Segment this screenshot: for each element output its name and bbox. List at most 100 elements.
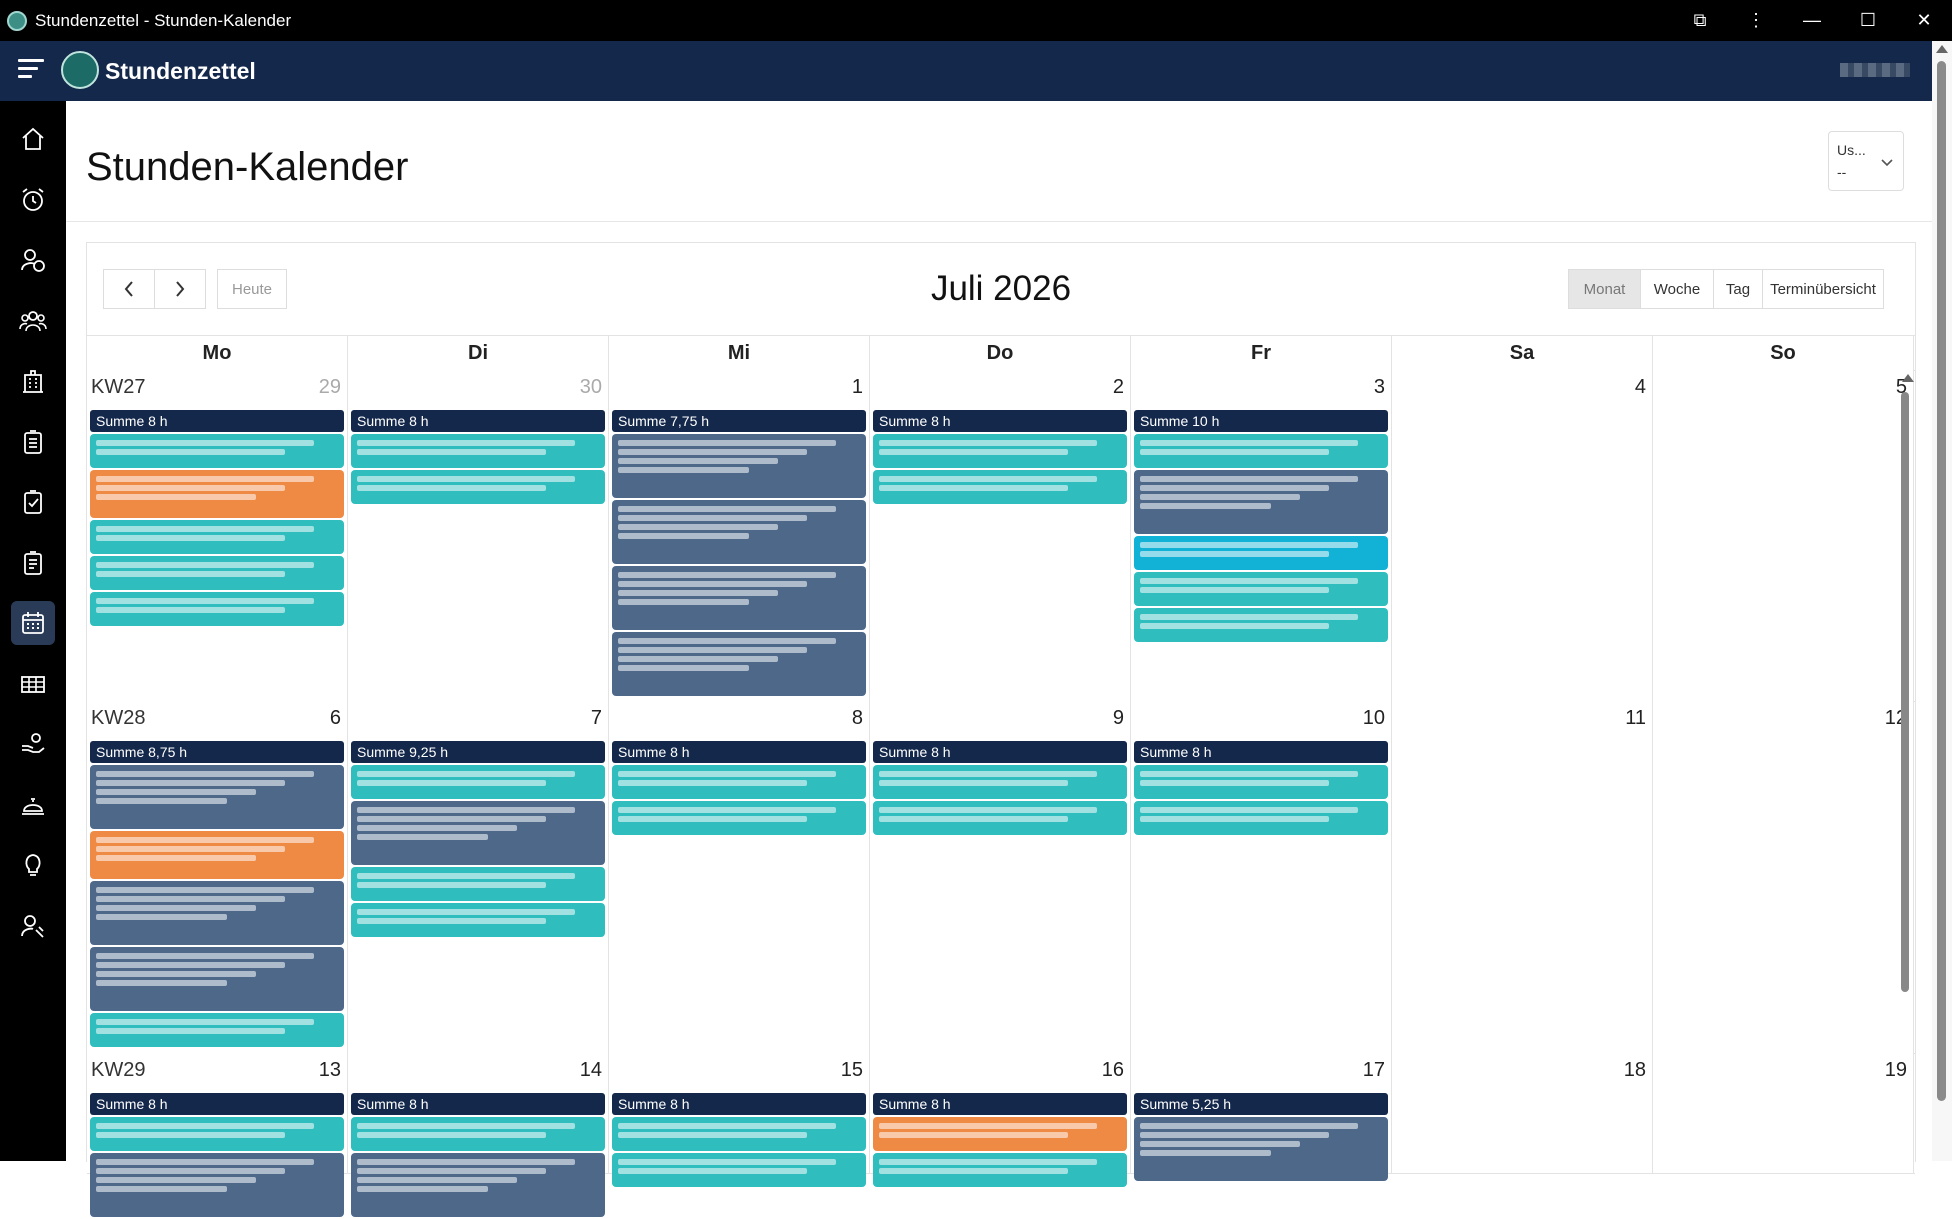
time-entry-event[interactable] bbox=[90, 881, 344, 945]
sidebar-item-clipboard-list[interactable] bbox=[11, 420, 55, 464]
time-entry-event[interactable] bbox=[1134, 608, 1388, 642]
day-cell[interactable]: 12 bbox=[1653, 701, 1914, 1053]
maximize-button[interactable]: ☐ bbox=[1840, 10, 1896, 31]
extensions-icon[interactable]: ⧉ bbox=[1672, 10, 1728, 31]
time-entry-event[interactable] bbox=[1134, 801, 1388, 835]
sidebar-item-lightbulb[interactable] bbox=[11, 843, 55, 887]
time-entry-event[interactable] bbox=[612, 434, 866, 498]
time-entry-event[interactable] bbox=[612, 765, 866, 799]
time-entry-event[interactable] bbox=[90, 470, 344, 518]
day-cell[interactable]: 9 Summe 8 h bbox=[870, 701, 1131, 1053]
sidebar-item-user-clock[interactable] bbox=[11, 238, 55, 282]
sidebar-item-clipboard[interactable] bbox=[11, 541, 55, 585]
sidebar-item-calendar[interactable] bbox=[11, 601, 55, 645]
time-entry-event[interactable] bbox=[351, 867, 605, 901]
page-scrollbar[interactable] bbox=[1932, 41, 1952, 1161]
time-entry-event[interactable] bbox=[90, 434, 344, 468]
time-entry-event[interactable] bbox=[1134, 572, 1388, 606]
sidebar-item-bell-service[interactable] bbox=[11, 783, 55, 827]
sidebar-item-clipboard-check[interactable] bbox=[11, 480, 55, 524]
day-cell[interactable]: 30 Summe 8 h bbox=[348, 370, 609, 701]
time-entry-event[interactable] bbox=[873, 801, 1127, 835]
sidebar-item-building[interactable] bbox=[11, 359, 55, 403]
day-cell[interactable]: 8 Summe 8 h bbox=[609, 701, 870, 1053]
time-entry-event[interactable] bbox=[873, 434, 1127, 468]
sidebar-item-team[interactable] bbox=[11, 299, 55, 343]
view-week-button[interactable]: Woche bbox=[1640, 269, 1714, 309]
day-sum-badge[interactable]: Summe 9,25 h bbox=[351, 741, 605, 763]
day-cell[interactable]: KW28 6 Summe 8,75 h bbox=[87, 701, 348, 1053]
time-entry-event[interactable] bbox=[351, 1153, 605, 1217]
time-entry-event[interactable] bbox=[873, 470, 1127, 504]
time-entry-event[interactable] bbox=[1134, 765, 1388, 799]
page-scroll-up-icon[interactable] bbox=[1936, 45, 1948, 53]
view-day-button[interactable]: Tag bbox=[1713, 269, 1763, 309]
user-menu[interactable] bbox=[1840, 63, 1910, 77]
user-select[interactable]: Us... -- bbox=[1828, 131, 1904, 191]
time-entry-event[interactable] bbox=[612, 500, 866, 564]
day-sum-badge[interactable]: Summe 8 h bbox=[873, 741, 1127, 763]
day-cell[interactable]: 17 Summe 5,25 h bbox=[1131, 1053, 1392, 1181]
sidebar-item-user-settings[interactable] bbox=[11, 904, 55, 948]
time-entry-event[interactable] bbox=[90, 1153, 344, 1217]
day-cell[interactable]: KW27 29 Summe 8 h bbox=[87, 370, 348, 701]
time-entry-event[interactable] bbox=[90, 556, 344, 590]
close-button[interactable]: ✕ bbox=[1896, 10, 1952, 31]
day-sum-badge[interactable]: Summe 10 h bbox=[1134, 410, 1388, 432]
time-entry-event[interactable] bbox=[873, 1153, 1127, 1187]
time-entry-event[interactable] bbox=[351, 903, 605, 937]
day-cell[interactable]: 11 bbox=[1392, 701, 1653, 1053]
time-entry-event[interactable] bbox=[90, 1013, 344, 1047]
day-sum-badge[interactable]: Summe 8 h bbox=[1134, 741, 1388, 763]
time-entry-event[interactable] bbox=[612, 1117, 866, 1151]
page-scroll-thumb[interactable] bbox=[1937, 61, 1946, 1101]
day-cell[interactable]: 7 Summe 9,25 h bbox=[348, 701, 609, 1053]
day-sum-badge[interactable]: Summe 8 h bbox=[351, 410, 605, 432]
minimize-button[interactable]: — bbox=[1784, 10, 1840, 31]
sidebar-item-home[interactable] bbox=[11, 117, 55, 161]
menu-toggle-icon[interactable] bbox=[18, 59, 44, 83]
day-cell[interactable]: 19 bbox=[1653, 1053, 1914, 1173]
time-entry-event[interactable] bbox=[873, 1117, 1127, 1151]
day-sum-badge[interactable]: Summe 8 h bbox=[612, 741, 866, 763]
time-entry-event[interactable] bbox=[351, 801, 605, 865]
time-entry-event[interactable] bbox=[351, 1117, 605, 1151]
day-sum-badge[interactable]: Summe 8 h bbox=[873, 1093, 1127, 1115]
day-cell[interactable]: 1 Summe 7,75 h bbox=[609, 370, 870, 701]
time-entry-event[interactable] bbox=[351, 470, 605, 504]
day-cell[interactable]: 14 Summe 8 h bbox=[348, 1053, 609, 1217]
time-entry-event[interactable] bbox=[1134, 434, 1388, 468]
day-cell[interactable]: 15 Summe 8 h bbox=[609, 1053, 870, 1187]
sidebar-item-alarm-clock[interactable] bbox=[11, 178, 55, 222]
sidebar-item-hand-coin[interactable] bbox=[11, 722, 55, 766]
day-cell[interactable]: 18 bbox=[1392, 1053, 1653, 1173]
day-cell[interactable]: 10 Summe 8 h bbox=[1131, 701, 1392, 1053]
day-sum-badge[interactable]: Summe 5,25 h bbox=[1134, 1093, 1388, 1115]
time-entry-event[interactable] bbox=[1134, 1117, 1388, 1181]
view-month-button[interactable]: Monat bbox=[1568, 269, 1641, 309]
calendar-scrollbar[interactable] bbox=[1898, 370, 1914, 1160]
day-sum-badge[interactable]: Summe 8 h bbox=[612, 1093, 866, 1115]
day-cell[interactable]: 16 Summe 8 h bbox=[870, 1053, 1131, 1187]
day-cell[interactable]: 5 bbox=[1653, 370, 1914, 701]
view-agenda-button[interactable]: Terminübersicht bbox=[1762, 269, 1884, 309]
time-entry-event[interactable] bbox=[1134, 470, 1388, 534]
scroll-up-icon[interactable] bbox=[1902, 374, 1914, 382]
day-cell[interactable]: 3 Summe 10 h bbox=[1131, 370, 1392, 701]
day-cell[interactable]: 4 bbox=[1392, 370, 1653, 701]
day-sum-badge[interactable]: Summe 8 h bbox=[351, 1093, 605, 1115]
time-entry-event[interactable] bbox=[351, 765, 605, 799]
time-entry-event[interactable] bbox=[873, 765, 1127, 799]
time-entry-event[interactable] bbox=[90, 765, 344, 829]
calendar-scroll-thumb[interactable] bbox=[1901, 392, 1909, 992]
day-sum-badge[interactable]: Summe 8 h bbox=[90, 410, 344, 432]
time-entry-event[interactable] bbox=[351, 434, 605, 468]
day-cell[interactable]: KW29 13 Summe 8 h bbox=[87, 1053, 348, 1217]
more-vertical-icon[interactable]: ⋮ bbox=[1728, 10, 1784, 31]
sidebar-item-table[interactable] bbox=[11, 662, 55, 706]
time-entry-event[interactable] bbox=[612, 632, 866, 696]
day-sum-badge[interactable]: Summe 8 h bbox=[90, 1093, 344, 1115]
time-entry-event[interactable] bbox=[1134, 536, 1388, 570]
day-sum-badge[interactable]: Summe 8 h bbox=[873, 410, 1127, 432]
time-entry-event[interactable] bbox=[90, 1117, 344, 1151]
